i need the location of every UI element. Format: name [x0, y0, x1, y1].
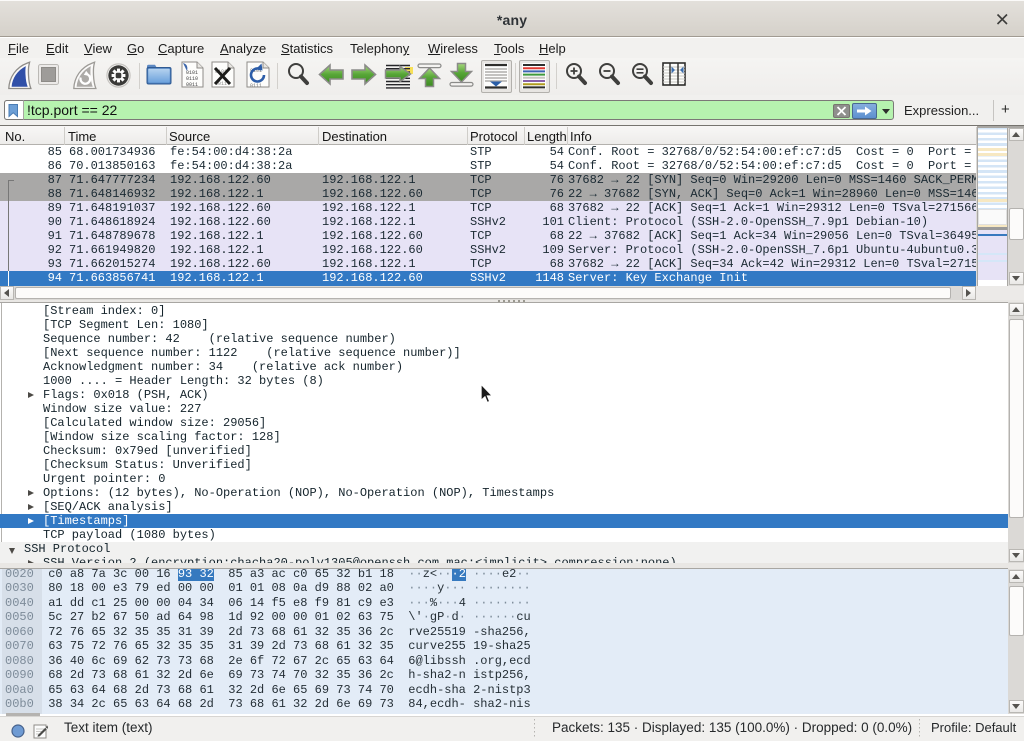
svg-text:0111: 0111 — [250, 83, 262, 88]
svg-text:0011: 0011 — [186, 82, 198, 88]
